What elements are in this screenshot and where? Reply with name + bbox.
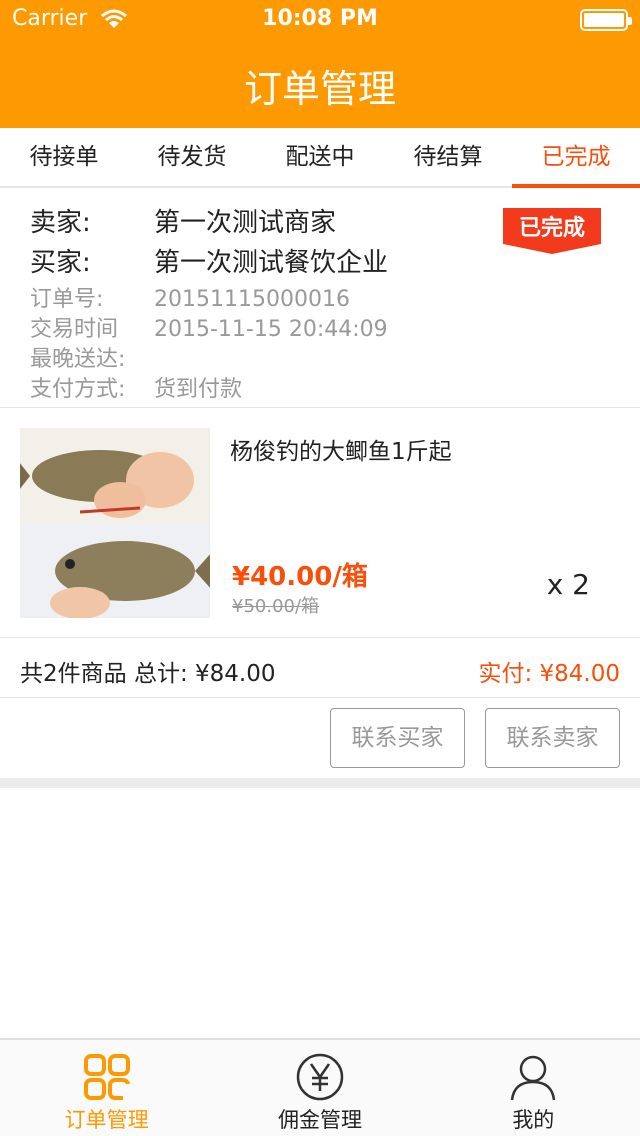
tabbar-label-orders: 订单管理 [64, 1108, 149, 1132]
payment-label: 支付方式: [30, 377, 126, 402]
fish-photo [20, 428, 210, 618]
amount-paid: 实付: ¥84.00 [478, 661, 620, 687]
status-time: 10:08 PM [262, 6, 378, 31]
product-item[interactable]: 杨俊钓的大鲫鱼1斤起 ¥40.00/箱 ¥50.00/箱 x 2 [0, 408, 640, 638]
seller-label: 卖家: [30, 208, 91, 238]
tabbar-item-orders[interactable]: 订单管理 [0, 1040, 213, 1136]
completed-stamp-text: 已完成 [519, 215, 585, 241]
payment-row: 支付方式: 货到付款 [30, 371, 242, 403]
trade-time-label: 交易时间 [30, 317, 119, 342]
tabbar-label-mine: 我的 [512, 1108, 555, 1132]
completed-stamp: 已完成 [503, 208, 601, 254]
tabbar-item-commission[interactable]: 佣金管理 [213, 1040, 426, 1136]
product-name: 杨俊钓的大鲫鱼1斤起 [230, 439, 452, 465]
bottom-tab-bar: 订单管理 佣金管理 我的 [0, 1038, 640, 1136]
tab-pending-accept[interactable]: 待接单 [0, 128, 128, 186]
tabbar-label-commission: 佣金管理 [277, 1108, 362, 1132]
trade-time: 2015-11-15 20:44:09 [154, 317, 388, 342]
tab-completed[interactable]: 已完成 [512, 128, 640, 188]
latest-delivery-row: 最晚送达: [30, 341, 154, 373]
order-no: 20151115000016 [154, 287, 350, 312]
status-bar: Carrier 10:08 PM [0, 0, 640, 40]
seller-name: 第一次测试商家 [154, 208, 337, 238]
seller-row: 卖家: 第一次测试商家 [30, 202, 336, 239]
product-price: ¥40.00/箱 [232, 562, 368, 592]
order-total: 共2件商品 总计: ¥84.00 [20, 661, 276, 687]
order-info: 卖家: 第一次测试商家 买家: 第一次测试餐饮企业 订单号: 201511150000… [0, 190, 640, 408]
order-no-row: 订单号: 20151115000016 [30, 281, 350, 313]
contact-seller-button[interactable]: 联系卖家 [485, 708, 620, 768]
buyer-row: 买家: 第一次测试餐饮企业 [30, 242, 388, 279]
order-no-label: 订单号: [30, 287, 104, 312]
order-summary: 共2件商品 总计: ¥84.00 实付: ¥84.00 [0, 638, 640, 698]
product-quantity: x 2 [546, 568, 590, 601]
tabbar-item-mine[interactable]: 我的 [427, 1040, 640, 1136]
tab-pending-ship[interactable]: 待发货 [128, 128, 256, 186]
yen-circle-icon [296, 1053, 344, 1101]
grid-icon [83, 1054, 130, 1100]
section-divider [0, 778, 640, 788]
trade-time-row: 交易时间 2015-11-15 20:44:09 [30, 311, 388, 343]
buyer-label: 买家: [30, 248, 91, 278]
payment-method: 货到付款 [154, 377, 243, 402]
order-status-tabs: 待接单 待发货 配送中 待结算 已完成 [0, 128, 640, 188]
person-icon [511, 1055, 556, 1101]
product-original-price: ¥50.00/箱 [232, 596, 320, 617]
battery-icon [580, 9, 632, 31]
latest-delivery-label: 最晚送达: [30, 347, 126, 372]
page-title: 订单管理 [243, 67, 396, 111]
tab-delivering[interactable]: 配送中 [256, 128, 384, 186]
contact-buyer-button[interactable]: 联系买家 [330, 708, 465, 768]
nav-header: Carrier 10:08 PM 订单管理 [0, 0, 640, 128]
tab-pending-settle[interactable]: 待结算 [384, 128, 512, 186]
order-actions: 联系买家 联系卖家 [0, 698, 640, 778]
order-management-screen: Carrier 10:08 PM 订单管理 待接单 待发货 配送中 待结算 已完… [0, 0, 640, 1136]
buyer-name: 第一次测试餐饮企业 [154, 248, 389, 278]
